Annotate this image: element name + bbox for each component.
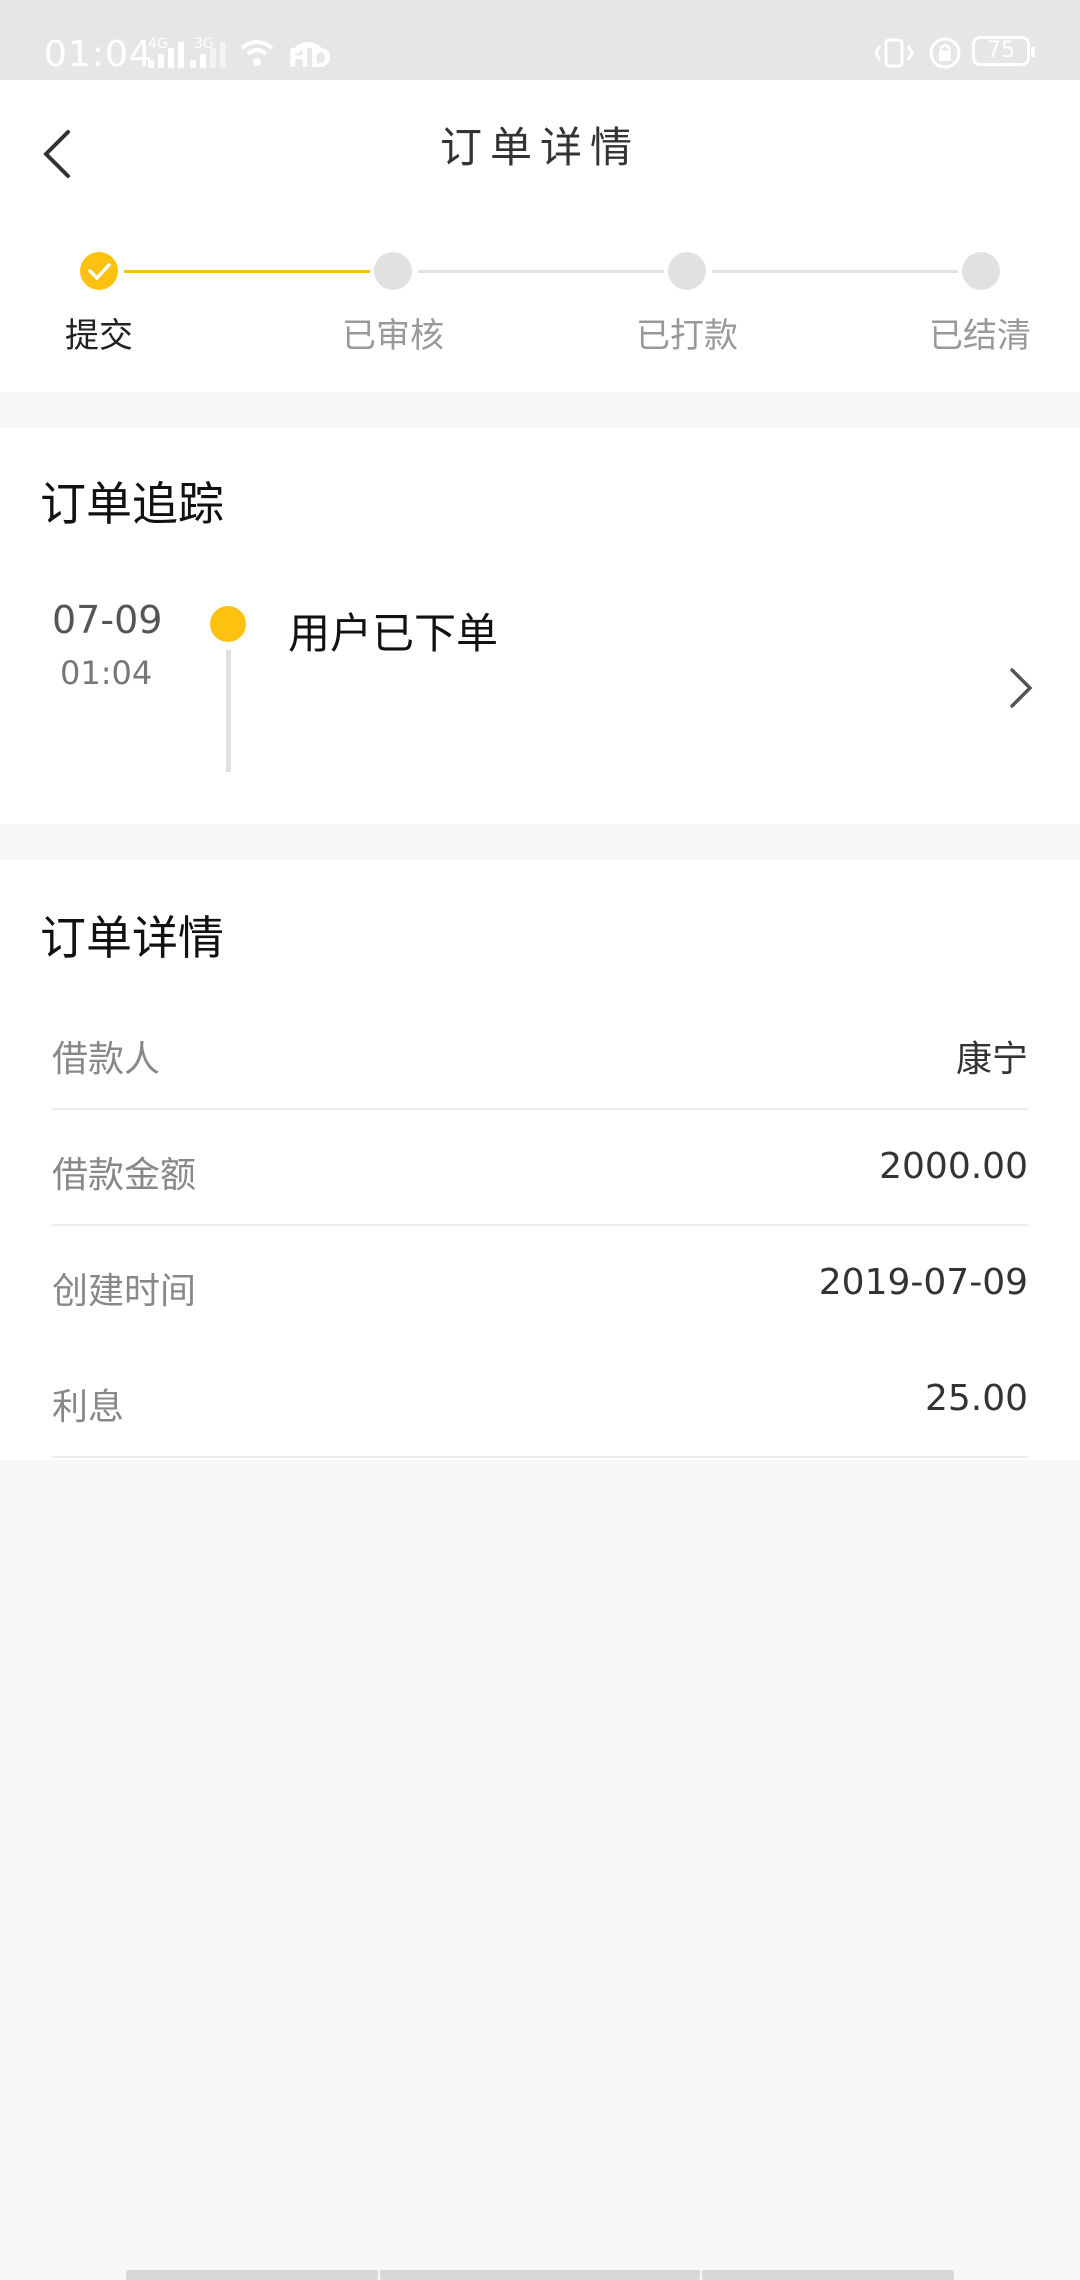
chevron-right-icon — [1010, 668, 1033, 708]
vibrate-icon — [874, 38, 914, 68]
detail-value: 康宁 — [955, 1039, 1028, 1080]
page-title: 订单详情 — [439, 123, 640, 172]
tracking-event-text: 用户已下单 — [288, 609, 499, 658]
tracking-section-title: 订单追踪 — [40, 477, 224, 531]
hd-label: HD — [288, 44, 332, 74]
details-section-title: 订单详情 — [40, 911, 224, 965]
battery-icon: 75 — [972, 36, 1035, 66]
order-tracking-card: 订单追踪 07-09 01:04 用户已下单 — [0, 428, 1080, 824]
timeline-line — [226, 650, 231, 772]
step-dot-reviewed — [374, 252, 412, 290]
step-dot-settled — [962, 252, 1000, 290]
detail-row: 借款人 康宁 — [52, 994, 1028, 1110]
detail-row: 创建时间 2019-07-09 — [52, 1226, 1028, 1342]
rotation-lock-icon — [929, 37, 961, 69]
detail-label: 创建时间 — [52, 1271, 197, 1312]
tracking-date: 07-09 — [52, 598, 163, 642]
signal-icon-2 — [190, 38, 226, 68]
step-connector-3 — [712, 270, 958, 273]
detail-value: 2000.00 — [879, 1146, 1028, 1187]
detail-row: 借款金额 2000.00 — [52, 1110, 1028, 1226]
detail-value: 25.00 — [924, 1378, 1028, 1419]
step-label-settled: 已结清 — [929, 316, 1031, 356]
check-icon — [88, 263, 111, 281]
step-dot-paid — [668, 252, 706, 290]
detail-value: 2019-07-09 — [818, 1262, 1028, 1303]
tracking-more-button[interactable] — [1000, 660, 1040, 716]
step-connector-1 — [124, 270, 370, 273]
tracking-time: 01:04 — [60, 654, 153, 692]
nav-handle-center[interactable] — [380, 2270, 700, 2280]
order-details-card: 订单详情 借款人 康宁 借款金额 2000.00 创建时间 2019-07-09… — [0, 860, 1080, 1460]
signal-icon — [148, 38, 184, 68]
nav-handle-right[interactable] — [702, 2270, 954, 2280]
status-time: 01:04 — [44, 34, 153, 75]
status-bar: 01:04 4G 3G HD 75 — [0, 0, 1080, 80]
detail-label: 利息 — [52, 1387, 125, 1428]
detail-label: 借款金额 — [52, 1155, 197, 1196]
detail-row: 利息 25.00 — [52, 1342, 1028, 1458]
nav-handle-left[interactable] — [126, 2270, 378, 2280]
step-label-paid: 已打款 — [636, 316, 738, 356]
row-divider — [52, 1456, 1028, 1458]
timeline-dot — [210, 606, 246, 642]
step-connector-2 — [418, 270, 664, 273]
step-label-reviewed: 已审核 — [342, 316, 444, 356]
step-label-submitted: 提交 — [65, 316, 133, 356]
wifi-icon — [240, 40, 274, 66]
step-dot-submitted — [80, 252, 118, 290]
detail-label: 借款人 — [52, 1039, 161, 1080]
